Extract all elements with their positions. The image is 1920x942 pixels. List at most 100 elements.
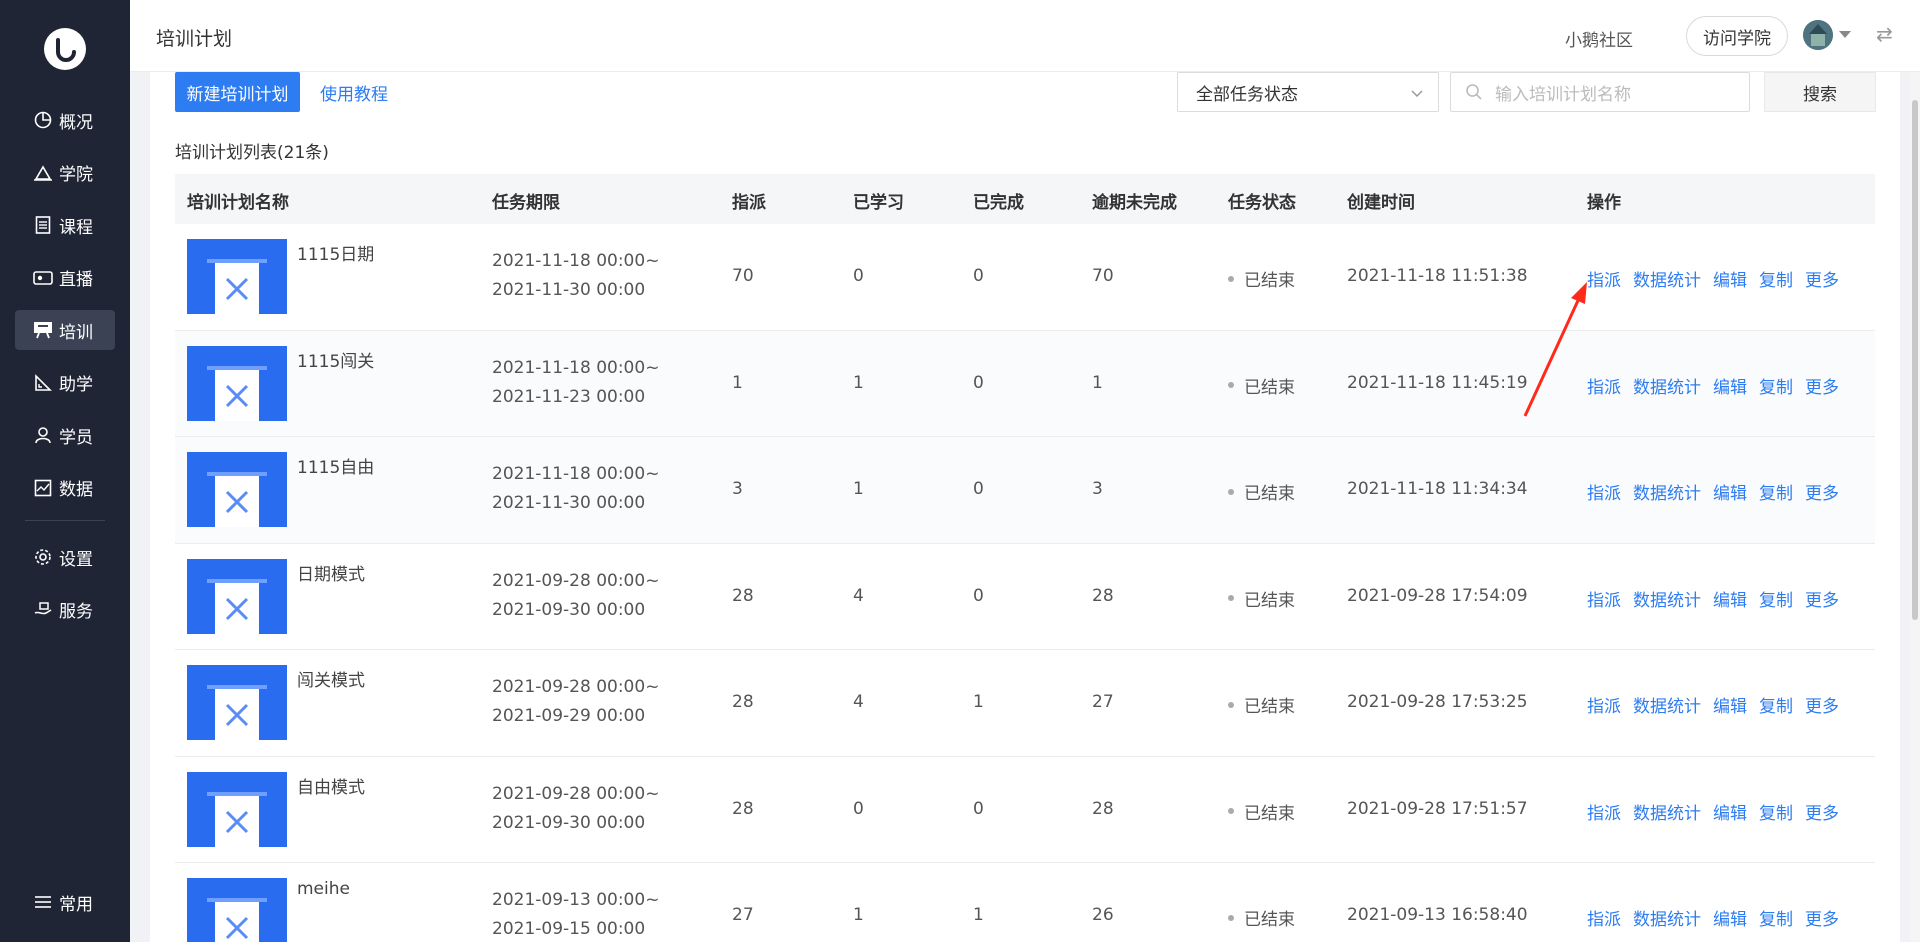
action-edit-link[interactable]: 编辑 [1713,373,1747,398]
plan-thumbnail[interactable] [187,878,287,942]
action-more-link[interactable]: 更多 [1805,479,1839,504]
plan-name[interactable]: 闯关模式 [297,666,365,691]
sidebar: 概况学院课程直播培训助学学员数据设置服务 常用 [0,0,130,942]
action-copy-link[interactable]: 复制 [1759,799,1793,824]
plan-thumbnail[interactable] [187,665,287,740]
status-select[interactable]: 全部任务状态 [1177,72,1439,112]
status-dot [1228,488,1234,495]
sidebar-item-data[interactable]: 数据 [15,468,115,508]
switch-icon[interactable]: ⇄ [1876,22,1893,46]
action-more-link[interactable]: 更多 [1805,586,1839,611]
plan-thumbnail[interactable] [187,239,287,314]
action-stats-link[interactable]: 数据统计 [1633,692,1701,717]
action-copy-link[interactable]: 复制 [1759,905,1793,930]
action-copy-link[interactable]: 复制 [1759,266,1793,291]
plan-name[interactable]: 1115自由 [297,453,374,478]
search-icon [1465,83,1483,101]
action-assign-link[interactable]: 指派 [1587,799,1621,824]
action-more-link[interactable]: 更多 [1805,266,1839,291]
app-logo[interactable] [44,28,86,70]
community-link[interactable]: 小鹅社区 [1565,26,1633,51]
action-edit-link[interactable]: 编辑 [1713,799,1747,824]
period-end: 2021-11-23 00:00 [492,386,646,407]
list-count: 培训计划列表(21条) [175,143,329,163]
status-text: 已结束 [1244,590,1295,611]
action-stats-link[interactable]: 数据统计 [1633,373,1701,398]
new-plan-button[interactable]: 新建培训计划 [175,72,300,112]
sidebar-item-common[interactable]: 常用 [15,882,115,922]
plan-thumbnail[interactable] [187,771,287,847]
plan-thumbnail[interactable] [187,345,287,421]
avatar[interactable] [1803,20,1833,50]
sidebar-nav: 概况学院课程直播培训助学学员数据设置服务 [15,100,115,642]
action-assign-link[interactable]: 指派 [1587,905,1621,930]
sidebar-divider [25,520,105,521]
live-icon [33,268,53,288]
action-more-link[interactable]: 更多 [1805,373,1839,398]
sidebar-item-user[interactable]: 学员 [15,415,115,455]
plan-thumbnail[interactable] [187,452,287,527]
action-stats-link[interactable]: 数据统计 [1633,266,1701,291]
plan-period: 2021-09-28 00:00~ 2021-09-30 00:00 [492,780,659,838]
sidebar-item-training[interactable]: 培训 [15,310,115,350]
action-edit-link[interactable]: 编辑 [1713,586,1747,611]
action-copy-link[interactable]: 复制 [1759,479,1793,504]
action-stats-link[interactable]: 数据统计 [1633,586,1701,611]
sidebar-item-pie-chart[interactable]: 概况 [15,100,115,140]
document-icon [33,215,53,235]
sidebar-item-service[interactable]: 服务 [15,590,115,630]
status-badge: 已结束 [1228,479,1295,504]
plan-name[interactable]: 日期模式 [297,560,365,585]
plan-name[interactable]: 1115闯关 [297,347,374,372]
tutorial-link[interactable]: 使用教程 [320,80,388,105]
table-header: 培训计划名称 任务期限 指派 已学习 已完成 逾期未完成 任务状态 创建时间 操作 [175,174,1875,224]
action-assign-link[interactable]: 指派 [1587,586,1621,611]
plan-period: 2021-09-13 00:00~ 2021-09-15 00:00 [492,886,659,942]
action-stats-link[interactable]: 数据统计 [1633,479,1701,504]
search-button[interactable]: 搜索 [1764,72,1876,112]
plan-name[interactable]: meihe [297,879,350,899]
sidebar-item-gear[interactable]: 设置 [15,537,115,577]
academy-icon [33,163,53,183]
action-more-link[interactable]: 更多 [1805,905,1839,930]
sidebar-item-academy[interactable]: 学院 [15,153,115,193]
action-edit-link[interactable]: 编辑 [1713,905,1747,930]
overdue-count: 26 [1092,905,1114,925]
table-row: 1115自由 2021-11-18 00:00~ 2021-11-30 00:00 3… [175,437,1875,544]
annotation-arrow [1523,282,1587,417]
row-actions: 指派 数据统计 编辑 复制 更多 [1587,692,1851,717]
pie-chart-icon [33,110,53,130]
visit-academy-button[interactable]: 访问学院 [1686,16,1788,56]
action-assign-link[interactable]: 指派 [1587,692,1621,717]
action-more-link[interactable]: 更多 [1805,799,1839,824]
plan-name[interactable]: 1115日期 [297,240,374,265]
action-stats-link[interactable]: 数据统计 [1633,799,1701,824]
overdue-count: 3 [1092,479,1103,499]
action-copy-link[interactable]: 复制 [1759,586,1793,611]
action-more-link[interactable]: 更多 [1805,692,1839,717]
plan-name[interactable]: 自由模式 [297,773,365,798]
plan-thumbnail[interactable] [187,558,287,634]
action-edit-link[interactable]: 编辑 [1713,692,1747,717]
period-start: 2021-11-18 00:00~ [492,357,660,378]
overdue-count: 70 [1092,266,1114,286]
action-copy-link[interactable]: 复制 [1759,692,1793,717]
scrollbar-thumb[interactable] [1912,100,1918,620]
table-body: 1115日期 2021-11-18 00:00~ 2021-11-30 00:00 7… [175,224,1875,942]
action-assign-link[interactable]: 指派 [1587,479,1621,504]
learned-count: 1 [853,372,864,393]
action-copy-link[interactable]: 复制 [1759,373,1793,398]
status-dot [1228,808,1234,814]
action-stats-link[interactable]: 数据统计 [1633,905,1701,930]
action-edit-link[interactable]: 编辑 [1713,479,1747,504]
chevron-down-icon[interactable] [1839,31,1851,38]
sidebar-item-live[interactable]: 直播 [15,258,115,298]
search-input[interactable]: 输入培训计划名称 [1450,72,1750,112]
created-time: 2021-11-18 11:34:34 [1347,479,1528,499]
status-badge: 已结束 [1228,266,1295,291]
sidebar-item-document[interactable]: 课程 [15,205,115,245]
action-edit-link[interactable]: 编辑 [1713,266,1747,291]
sidebar-item-assist[interactable]: 助学 [15,363,115,403]
page-title: 培训计划 [156,28,233,50]
table-row: 1115闯关 2021-11-18 00:00~ 2021-11-23 00:00 1… [175,330,1875,437]
